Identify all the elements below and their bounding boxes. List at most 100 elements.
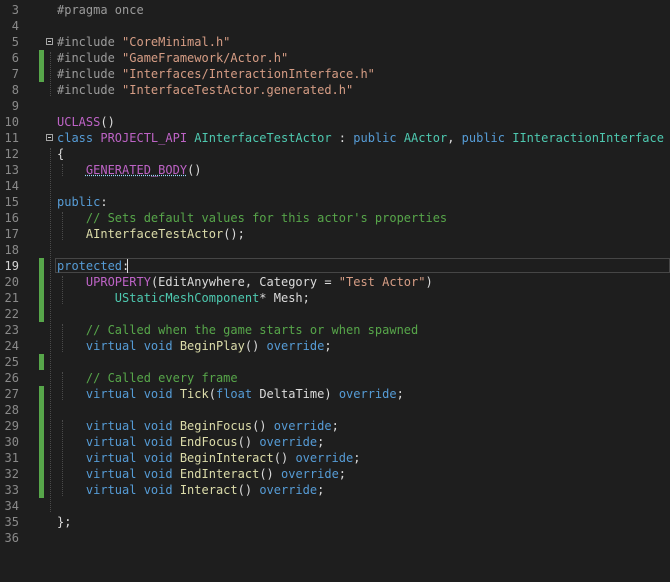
code-line[interactable]: 24 virtual void BeginPlay() override; bbox=[0, 338, 670, 354]
indent-guide bbox=[50, 148, 51, 512]
code-token: public bbox=[57, 195, 101, 209]
code-line[interactable]: 5 #include "CoreMinimal.h" bbox=[0, 34, 670, 50]
code-line[interactable]: 16 // Sets default values for this actor… bbox=[0, 210, 670, 226]
line-code: GENERATED_BODY() bbox=[57, 162, 202, 178]
line-code: class PROJECTL_API AInterfaceTestActor :… bbox=[57, 130, 664, 146]
code-line[interactable]: 17 AInterfaceTestActor(); bbox=[0, 226, 670, 242]
line-number: 25 bbox=[4, 355, 19, 369]
code-line[interactable]: 36 bbox=[0, 530, 670, 546]
line-number: 28 bbox=[4, 403, 19, 417]
code-token: virtual bbox=[85, 339, 144, 353]
code-line[interactable]: 19 protected: bbox=[0, 258, 670, 274]
code-token: ; bbox=[331, 419, 339, 433]
code-line[interactable]: 3 #pragma once bbox=[0, 2, 670, 18]
code-line[interactable]: 21 UStaticMeshComponent* Mesh; bbox=[0, 290, 670, 306]
code-token: AInterfaceTestActor bbox=[194, 131, 332, 145]
code-line[interactable]: 28 bbox=[0, 402, 670, 418]
line-code: virtual void EndInteract() override; bbox=[57, 466, 346, 482]
code-token: "Interfaces/InteractionInterface.h" bbox=[122, 67, 375, 81]
collapse-icon[interactable] bbox=[46, 134, 53, 141]
line-code: virtual void BeginInteract() override; bbox=[57, 450, 361, 466]
code-line[interactable]: 18 bbox=[0, 242, 670, 258]
line-number: 16 bbox=[4, 211, 19, 225]
code-token: virtual bbox=[85, 419, 144, 433]
code-line[interactable]: 34 bbox=[0, 498, 670, 514]
code-token: , bbox=[447, 131, 462, 145]
code-line[interactable]: 12 { bbox=[0, 146, 670, 162]
code-line[interactable]: 30 virtual void EndFocus() override; bbox=[0, 434, 670, 450]
line-code: #pragma once bbox=[57, 2, 144, 18]
code-line[interactable]: 25 bbox=[0, 354, 670, 370]
code-line[interactable]: 22 bbox=[0, 306, 670, 322]
line-code: virtual void BeginPlay() override; bbox=[57, 338, 332, 354]
line-number: 10 bbox=[4, 115, 19, 129]
line-code: }; bbox=[57, 514, 71, 530]
code-token: override bbox=[266, 339, 325, 353]
code-token: void bbox=[143, 467, 180, 481]
code-line[interactable]: 6 #include "GameFramework/Actor.h" bbox=[0, 50, 670, 66]
code-line[interactable]: 11 class PROJECTL_API AInterfaceTestActor… bbox=[0, 130, 670, 146]
code-token: public bbox=[461, 131, 513, 145]
code-token: // Called when the game starts or when s… bbox=[85, 323, 419, 337]
line-number: 4 bbox=[11, 19, 19, 33]
line-number: 6 bbox=[11, 51, 19, 65]
indent-guide bbox=[62, 324, 63, 352]
code-editor[interactable]: 3 #pragma once 4 5 #include "CoreMinimal.h" 6… bbox=[0, 2, 670, 546]
code-token: }; bbox=[57, 515, 72, 529]
change-indicator bbox=[39, 482, 44, 498]
code-token: () bbox=[259, 467, 281, 481]
code-line[interactable]: 10 UCLASS() bbox=[0, 114, 670, 130]
code-token: float bbox=[215, 387, 260, 401]
collapse-icon[interactable] bbox=[46, 38, 53, 45]
line-code: UPROPERTY(EditAnywhere, Category = "Test… bbox=[57, 274, 433, 290]
code-line[interactable]: 23 // Called when the game starts or whe… bbox=[0, 322, 670, 338]
code-token: ) bbox=[425, 275, 433, 289]
code-token: virtual bbox=[85, 467, 144, 481]
code-token: { bbox=[57, 147, 65, 161]
code-line[interactable]: 20 UPROPERTY(EditAnywhere, Category = "T… bbox=[0, 274, 670, 290]
code-token: ; bbox=[338, 467, 347, 481]
code-line[interactable]: 15 public: bbox=[0, 194, 670, 210]
code-token: BeginFocus bbox=[179, 419, 253, 433]
code-line[interactable]: 14 bbox=[0, 178, 670, 194]
code-line[interactable]: 31 virtual void BeginInteract() override… bbox=[0, 450, 670, 466]
code-line[interactable]: 13 GENERATED_BODY() bbox=[0, 162, 670, 178]
code-token: BeginPlay bbox=[179, 339, 245, 353]
code-token: PROJECTL_API bbox=[100, 131, 195, 145]
change-indicator bbox=[39, 402, 44, 418]
line-code: AInterfaceTestActor(); bbox=[57, 226, 245, 242]
indent-guide bbox=[50, 52, 51, 96]
code-line[interactable]: 7 #include "Interfaces/InteractionInterfa… bbox=[0, 66, 670, 82]
code-token: override bbox=[295, 451, 354, 465]
code-line[interactable]: 9 bbox=[0, 98, 670, 114]
code-token: Interact bbox=[179, 483, 238, 497]
code-token: ( bbox=[208, 387, 216, 401]
code-line[interactable]: 8 #include "InterfaceTestActor.generated.… bbox=[0, 82, 670, 98]
change-indicator bbox=[39, 50, 44, 66]
line-number: 11 bbox=[4, 131, 19, 145]
code-line[interactable]: 33 virtual void Interact() override; bbox=[0, 482, 670, 498]
code-line[interactable]: 35}; bbox=[0, 514, 670, 530]
code-token: GENERATED_BODY bbox=[85, 163, 188, 177]
code-line[interactable]: 4 bbox=[0, 18, 670, 34]
indent-guide bbox=[62, 164, 63, 176]
change-indicator bbox=[39, 306, 44, 322]
line-number: 13 bbox=[4, 163, 19, 177]
line-number: 23 bbox=[4, 323, 19, 337]
code-token: ; bbox=[317, 483, 325, 497]
code-token: * Mesh; bbox=[259, 291, 310, 305]
line-number: 30 bbox=[4, 435, 19, 449]
line-number: 36 bbox=[4, 531, 19, 545]
code-line[interactable]: 32 virtual void EndInteract() override; bbox=[0, 466, 670, 482]
change-indicator bbox=[39, 418, 44, 434]
code-line[interactable]: 27 virtual void Tick(float DeltaTime) ov… bbox=[0, 386, 670, 402]
code-line[interactable]: 26 // Called every frame bbox=[0, 370, 670, 386]
indent-guide bbox=[62, 212, 63, 240]
line-code: #include "Interfaces/InteractionInterfac… bbox=[57, 66, 375, 82]
code-token: () bbox=[237, 483, 260, 497]
code-line[interactable]: 29 virtual void BeginFocus() override; bbox=[0, 418, 670, 434]
code-token: EndInteract bbox=[179, 467, 260, 481]
change-indicator bbox=[39, 434, 44, 450]
line-number: 32 bbox=[4, 467, 19, 481]
line-number: 19 bbox=[4, 259, 19, 273]
